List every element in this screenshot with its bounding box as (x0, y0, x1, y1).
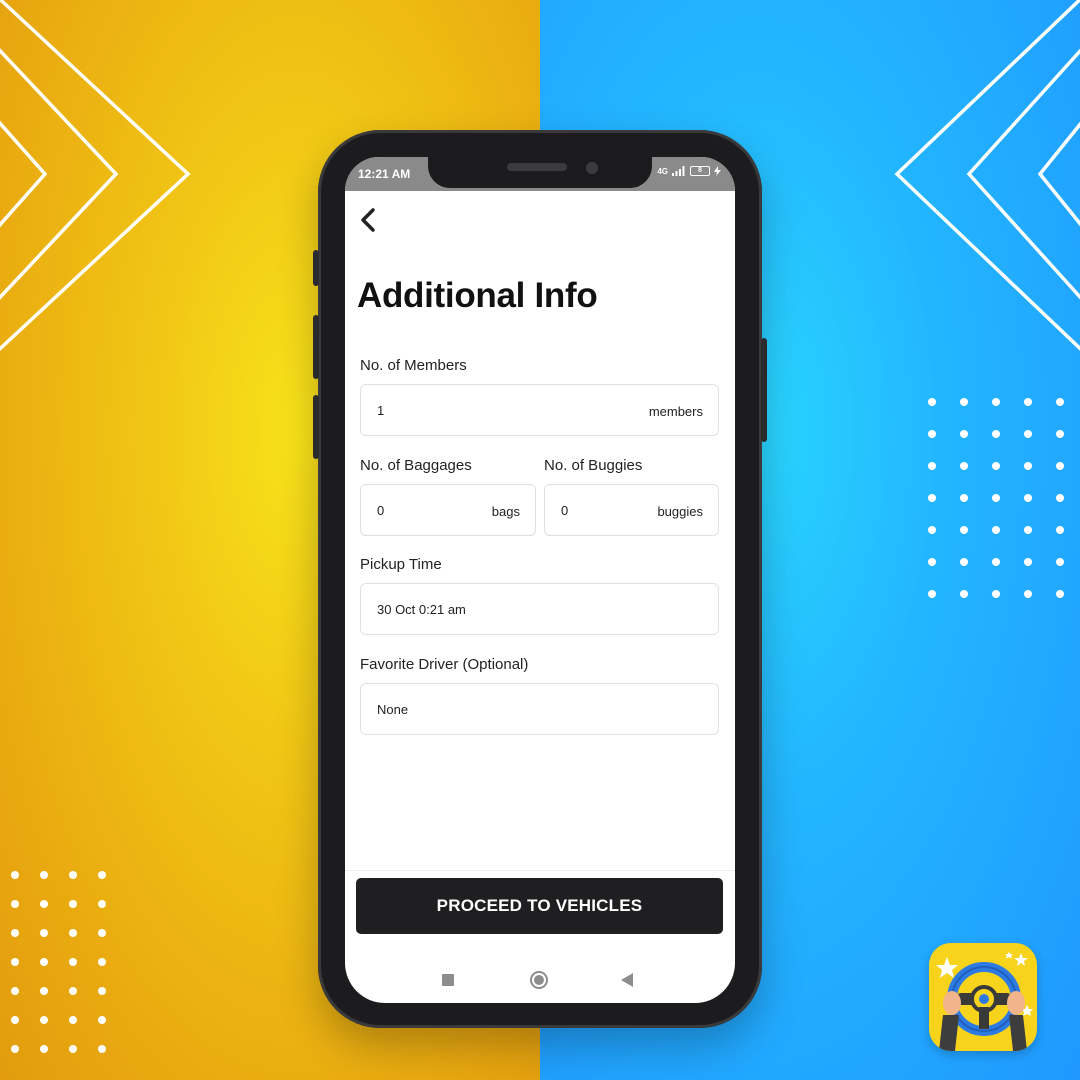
phone-speaker (507, 163, 567, 171)
buggies-label: No. of Buggies (544, 457, 643, 474)
status-time: 12:21 AM (358, 167, 411, 181)
network-label: 4G (657, 166, 668, 176)
nav-recents-icon[interactable] (442, 974, 454, 986)
bottom-divider (345, 870, 735, 871)
pickup-time-label: Pickup Time (360, 556, 442, 573)
phone-screen: 12:21 AM 4G 8 Additional Info No. of Mem… (345, 157, 735, 1003)
status-icons: 4G 8 (657, 166, 721, 176)
phone-volume-up-button (313, 315, 319, 379)
android-nav-bar (345, 957, 735, 1003)
proceed-to-vehicles-button[interactable]: PROCEED TO VEHICLES (356, 878, 723, 934)
favorite-driver-label: Favorite Driver (Optional) (360, 656, 529, 673)
baggages-unit: bags (491, 504, 520, 519)
buggies-input[interactable]: 0 buggies (544, 484, 719, 536)
left-chevron-middle (0, 48, 119, 300)
baggages-value: 0 (377, 503, 385, 518)
members-label: No. of Members (360, 357, 467, 374)
phone-side-button (313, 250, 319, 286)
favorite-driver-value: None (377, 702, 409, 717)
phone-volume-down-button (313, 395, 319, 459)
pickup-time-input[interactable]: 30 Oct 0:21 am (360, 583, 719, 635)
left-chevron-outer (0, 0, 191, 352)
right-chevron-middle (966, 48, 1080, 300)
page-title: Additional Info (357, 276, 598, 315)
right-chevron-outer (894, 0, 1080, 351)
phone-camera (586, 162, 598, 174)
pickup-time-value: 30 Oct 0:21 am (377, 602, 466, 617)
favorite-driver-select[interactable]: None (360, 683, 719, 735)
members-value: 1 (377, 403, 385, 418)
app-logo (929, 943, 1037, 1051)
nav-back-icon[interactable] (621, 973, 633, 987)
battery-icon: 8 (690, 166, 710, 176)
left-chevron-inner (0, 120, 48, 228)
right-chevron-inner (1037, 121, 1080, 227)
signal-icon (672, 166, 685, 176)
baggages-label: No. of Baggages (360, 457, 472, 474)
dot-grid-right (928, 398, 1064, 598)
back-button[interactable] (355, 205, 381, 235)
charging-icon (714, 166, 721, 176)
members-input[interactable]: 1 members (360, 384, 719, 436)
members-unit: members (648, 404, 703, 419)
buggies-value: 0 (561, 503, 569, 518)
back-arrow-icon (361, 208, 375, 232)
buggies-unit: buggies (657, 504, 703, 519)
dot-grid-left (11, 871, 106, 1053)
nav-home-icon[interactable] (530, 971, 548, 989)
baggages-input[interactable]: 0 bags (360, 484, 536, 536)
steering-wheel-logo-icon (936, 951, 1033, 1051)
phone-power-button (761, 338, 767, 442)
